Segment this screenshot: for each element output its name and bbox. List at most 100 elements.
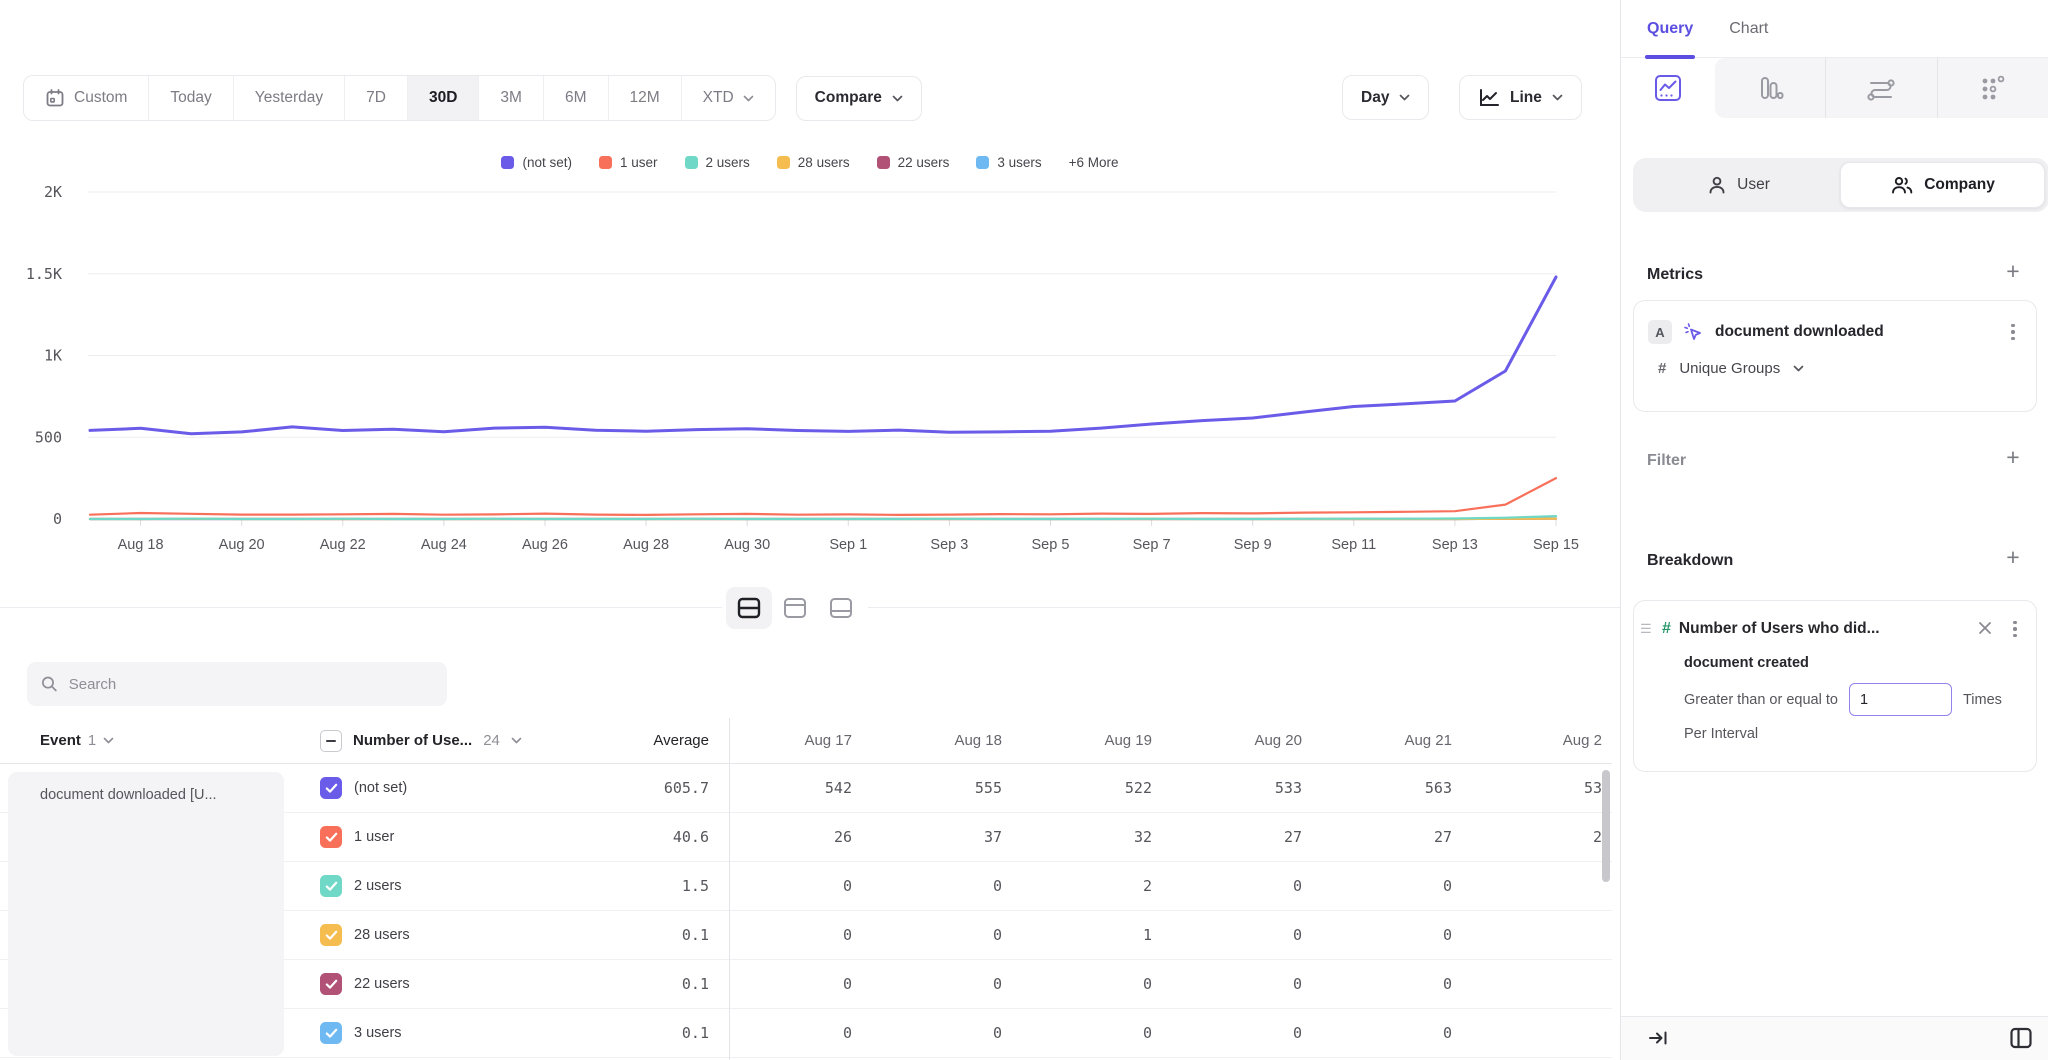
metric-event-name[interactable]: document downloaded [1715, 323, 1993, 341]
cell-value: 542 [729, 779, 879, 797]
cell-value: 533 [1179, 779, 1329, 797]
add-metric-button[interactable]: + [2000, 258, 2026, 284]
sidebar-layout-button[interactable] [2008, 1025, 2034, 1054]
svg-text:Aug 24: Aug 24 [421, 537, 467, 553]
series-checkbox[interactable] [320, 777, 342, 799]
series-name: 1 user [354, 829, 394, 845]
svg-text:Sep 11: Sep 11 [1331, 537, 1376, 553]
legend-item[interactable]: 28 users [777, 155, 850, 170]
date-column-header[interactable]: Aug 21 [1329, 732, 1479, 749]
range-button-today[interactable]: Today [148, 76, 232, 120]
event-click-icon [1683, 322, 1704, 343]
entity-company-option[interactable]: Company [1840, 162, 2045, 208]
bar-chart-icon [1755, 73, 1785, 103]
column-divider [729, 718, 730, 1060]
compare-label: Compare [815, 89, 882, 107]
legend-item[interactable]: 1 user [599, 155, 658, 170]
event-list-item[interactable]: document downloaded [U... [8, 772, 284, 1056]
chart-type-dropdown[interactable]: Line [1459, 75, 1582, 120]
search-icon [41, 675, 58, 693]
average-column-header[interactable]: Average [607, 732, 729, 749]
cell-value: 26 [729, 828, 879, 846]
flow-icon [1865, 73, 1897, 103]
metric-menu-button[interactable] [2004, 321, 2022, 343]
per-interval-label[interactable]: Per Interval [1634, 716, 2036, 742]
range-button-12m[interactable]: 12M [608, 76, 681, 120]
range-label: 3M [500, 89, 522, 107]
metric-aggregation[interactable]: # Unique Groups [1634, 344, 2036, 377]
drag-handle-icon[interactable]: ☰ [1640, 621, 1654, 637]
range-button-custom[interactable]: Custom [24, 76, 148, 120]
chart-type-options [1715, 58, 2048, 118]
breakdown-event-name[interactable]: document created [1634, 640, 2036, 671]
cell-value: 0 [879, 926, 1029, 944]
date-column-header[interactable]: Aug 18 [879, 732, 1029, 749]
series-line[interactable] [90, 478, 1556, 515]
entity-user-option[interactable]: User [1637, 162, 1840, 208]
cell-value: 0 [1329, 877, 1479, 895]
collapse-panel-button[interactable] [1647, 1027, 1669, 1052]
line-chart[interactable]: 05001K1.5K2KAug 18Aug 20Aug 22Aug 24Aug … [0, 180, 1620, 560]
range-button-yesterday[interactable]: Yesterday [233, 76, 344, 120]
event-column-header[interactable]: Event 1 [0, 732, 290, 749]
series-column-header[interactable]: Number of Use... 24 [290, 730, 607, 752]
breakdown-menu-button[interactable] [2006, 618, 2024, 640]
legend-more-button[interactable]: +6 More [1069, 155, 1119, 170]
range-button-3m[interactable]: 3M [478, 76, 543, 120]
tab-chart[interactable]: Chart [1729, 0, 1768, 57]
series-name: 28 users [354, 927, 410, 943]
check-icon [325, 832, 338, 843]
series-line[interactable] [90, 516, 1556, 519]
date-column-header[interactable]: Aug 19 [1029, 732, 1179, 749]
grid-dots-icon [1978, 73, 2008, 103]
remove-breakdown-button[interactable] [1972, 619, 1998, 640]
chart-type-grid-tab[interactable] [1937, 58, 2048, 118]
series-checkbox[interactable] [320, 973, 342, 995]
layout-chart-only-button[interactable] [772, 587, 818, 629]
series-checkbox[interactable] [320, 1022, 342, 1044]
series-checkbox[interactable] [320, 826, 342, 848]
series-checkbox[interactable] [320, 875, 342, 897]
table-scrollbar[interactable] [1602, 770, 1610, 882]
legend-item[interactable]: (not set) [501, 155, 572, 170]
number-icon: # [1658, 360, 1666, 377]
date-column-header[interactable]: Aug 2 [1479, 732, 1612, 749]
series-checkbox[interactable] [320, 924, 342, 946]
cell-value: 0 [879, 1024, 1029, 1042]
panel-tabs: Query Chart [1621, 0, 2048, 58]
select-all-checkbox[interactable] [320, 730, 342, 752]
svg-text:Aug 28: Aug 28 [623, 537, 669, 553]
legend-label: 1 user [620, 155, 658, 170]
range-button-7d[interactable]: 7D [344, 76, 407, 120]
chart-type-bar-tab[interactable] [1715, 58, 1825, 118]
compare-button[interactable]: Compare [796, 76, 922, 121]
legend-item[interactable]: 22 users [877, 155, 950, 170]
condition-label[interactable]: Greater than or equal to [1684, 692, 1838, 708]
range-button-xtd[interactable]: XTD [681, 76, 775, 120]
range-button-30d[interactable]: 30D [407, 76, 478, 120]
metrics-heading: Metrics [1647, 266, 1703, 284]
search-input[interactable] [69, 676, 433, 693]
line-chart-icon [1653, 73, 1683, 103]
interval-dropdown[interactable]: Day [1342, 75, 1429, 120]
date-column-header[interactable]: Aug 20 [1179, 732, 1329, 749]
top-panel-icon [783, 597, 807, 619]
legend-swatch [501, 156, 514, 169]
chart-legend: (not set) 1 user 2 users 28 users 22 users 3 … [0, 155, 1620, 170]
legend-swatch [599, 156, 612, 169]
add-breakdown-button[interactable]: + [2000, 544, 2026, 570]
range-button-6m[interactable]: 6M [543, 76, 608, 120]
chart-type-line-tab[interactable] [1621, 58, 1715, 118]
date-column-header[interactable]: Aug 17 [729, 732, 879, 749]
range-label: XTD [703, 89, 734, 107]
add-filter-button[interactable]: + [2000, 444, 2026, 470]
layout-table-only-button[interactable] [818, 587, 864, 629]
series-cell: 3 users [290, 1022, 607, 1044]
chart-type-flow-tab[interactable] [1825, 58, 1936, 118]
legend-item[interactable]: 2 users [685, 155, 750, 170]
tab-query[interactable]: Query [1647, 0, 1693, 57]
condition-value-input[interactable] [1849, 683, 1952, 716]
layout-split-button[interactable] [726, 587, 772, 629]
legend-item[interactable]: 3 users [976, 155, 1041, 170]
breakdown-property[interactable]: Number of Users who did... [1679, 620, 1964, 638]
